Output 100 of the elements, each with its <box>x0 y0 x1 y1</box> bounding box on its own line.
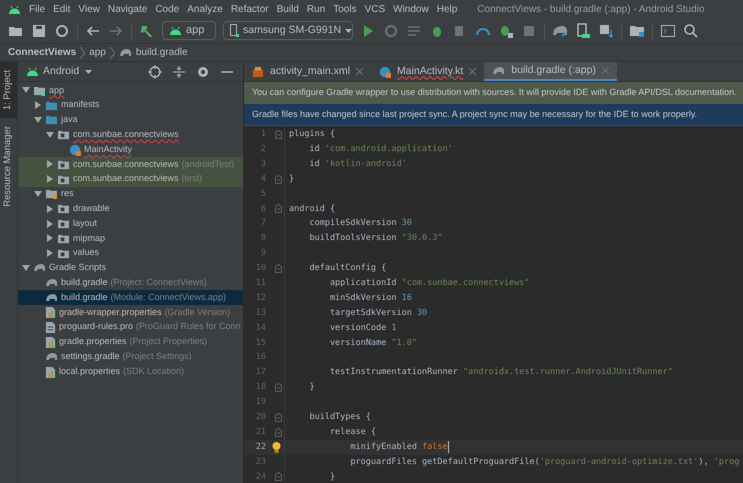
tool-window-tab[interactable]: Resource Manager <box>0 118 17 215</box>
tree-item[interactable]: java <box>18 112 243 128</box>
tree-item[interactable]: Gradle Scripts <box>18 260 243 276</box>
properties-file-icon <box>45 306 56 318</box>
menu-item[interactable]: Build <box>276 2 299 16</box>
expanded-arrow-icon[interactable] <box>46 130 54 139</box>
project-view-dropdown[interactable]: Android <box>43 64 92 80</box>
collapsed-arrow-icon[interactable] <box>46 234 54 242</box>
menu-item[interactable]: Analyze <box>187 2 223 16</box>
fold-marker-icon[interactable] <box>275 130 282 139</box>
editor-tab[interactable]: activity_main.xml <box>244 62 371 81</box>
tree-item[interactable]: mipmap <box>18 230 243 246</box>
chevron-icon <box>80 46 86 58</box>
sdk-download-icon[interactable] <box>598 22 614 38</box>
menu-item[interactable]: File <box>29 2 46 16</box>
tree-item[interactable]: build.gradle (Project: ConnectViews) <box>18 275 243 290</box>
fold-marker-icon[interactable] <box>275 264 282 273</box>
menu-item[interactable]: Refactor <box>230 2 269 16</box>
line-number: 21 <box>254 426 266 439</box>
line-number: 19 <box>254 396 266 409</box>
close-icon[interactable] <box>469 68 476 75</box>
fold-marker-icon[interactable] <box>275 383 282 392</box>
line-number: 11 <box>254 276 266 290</box>
collapsed-arrow-icon[interactable] <box>46 249 54 258</box>
search-icon[interactable] <box>683 22 699 38</box>
tree-item[interactable]: values <box>18 246 243 261</box>
fold-marker-icon[interactable] <box>275 204 282 214</box>
fold-marker-icon[interactable] <box>275 412 282 422</box>
tool-window-tab[interactable]: 1: Project <box>0 62 17 118</box>
menu-item[interactable]: VCS <box>364 2 386 16</box>
collapsed-arrow-icon[interactable] <box>46 204 54 213</box>
tree-item-label: Gradle Scripts <box>49 261 106 274</box>
elephant-icon <box>45 278 58 288</box>
line-number: 16 <box>254 351 266 364</box>
folder-icon <box>45 114 58 126</box>
tree-item-label: com.sunbae.connectviews <box>73 158 179 171</box>
tree-item[interactable]: MainActivity <box>18 142 243 157</box>
tree-item[interactable]: com.sunbae.connectviews (test) <box>18 172 243 187</box>
fold-marker-icon[interactable] <box>275 174 282 184</box>
line-number: 22 <box>254 440 266 454</box>
line-number: 23 <box>254 456 266 468</box>
menu-item[interactable]: Window <box>393 2 429 16</box>
tree-item[interactable]: proguard-rules.pro (ProGuard Rules for Conn <box>18 320 243 335</box>
tree-item-label: local.properties <box>59 364 120 378</box>
breadcrumb-item[interactable]: ConnectViews <box>8 45 76 60</box>
tree-item[interactable]: manifests <box>18 98 243 113</box>
expanded-arrow-icon[interactable] <box>34 190 42 198</box>
tree-item[interactable]: settings.gradle (Project Settings) <box>18 349 243 364</box>
expanded-arrow-icon[interactable] <box>22 264 30 272</box>
breadcrumb-item[interactable]: build.gradle <box>136 45 188 60</box>
tab-label: MainActivity.kt <box>396 64 464 79</box>
tree-item-label: manifests <box>61 98 100 112</box>
tree-item[interactable]: gradle.properties (Project Properties) <box>18 334 243 350</box>
collapse-all-icon[interactable] <box>171 64 187 80</box>
breadcrumb-item[interactable]: app <box>89 45 106 60</box>
close-icon[interactable] <box>356 68 363 75</box>
expanded-arrow-icon[interactable] <box>34 116 42 124</box>
collapsed-arrow-icon[interactable] <box>46 160 54 168</box>
locate-icon[interactable] <box>147 64 163 80</box>
fold-marker-icon[interactable] <box>275 428 282 437</box>
save-icon[interactable] <box>31 22 47 38</box>
tree-item[interactable]: com.sunbae.connectviews <box>18 127 243 142</box>
tree-item-label: layout <box>73 216 98 230</box>
run-configuration-dropdown[interactable]: app <box>162 21 216 40</box>
menu-item[interactable]: Help <box>436 2 458 16</box>
tree-item[interactable]: drawable <box>18 201 243 216</box>
notification-text: You can configure Gradle wrapper to use distribution with sources. It will provide IDE with Gradle API/DSL documentation. <box>252 86 737 100</box>
android-icon <box>169 26 182 35</box>
menu-item[interactable]: Navigate <box>108 2 148 16</box>
menu-item[interactable]: Run <box>306 2 326 16</box>
expanded-arrow-icon[interactable] <box>22 86 30 94</box>
tree-item[interactable]: build.gradle (Module: ConnectViews.app) <box>18 290 243 305</box>
terminal-icon[interactable] <box>660 22 676 38</box>
menu-item[interactable]: Tools <box>333 2 357 16</box>
tree-item[interactable]: gradle-wrapper.properties (Gradle Version) <box>18 304 243 320</box>
tree-item[interactable]: layout <box>18 216 243 231</box>
line-number: 17 <box>254 366 266 380</box>
tree-item[interactable]: app <box>18 83 243 98</box>
collapsed-arrow-icon[interactable] <box>46 220 54 228</box>
code-line: buildTypes { <box>308 410 371 424</box>
elephant-icon <box>45 293 58 302</box>
package-folder-icon <box>57 129 70 140</box>
tree-item[interactable]: local.properties (SDK Location) <box>18 364 243 379</box>
menu-item[interactable]: Edit <box>53 2 70 16</box>
menu-item[interactable]: View <box>78 2 100 16</box>
device-manager-icon[interactable] <box>575 22 591 38</box>
menu-item[interactable]: Code <box>155 2 180 16</box>
tree-item[interactable]: res <box>18 186 243 202</box>
device-dropdown[interactable]: samsung SM-G991N <box>223 21 353 40</box>
editor-tab[interactable]: MainActivity.kt <box>370 62 484 81</box>
package-folder-icon <box>57 203 70 214</box>
tree-item[interactable]: com.sunbae.connectviews (androidTest) <box>18 156 243 172</box>
fold-marker-icon[interactable] <box>275 472 282 482</box>
tree-item-label: java <box>61 113 78 126</box>
line-number: 2 <box>260 142 266 156</box>
package-folder-icon <box>57 158 70 170</box>
collapsed-arrow-icon[interactable] <box>34 101 42 110</box>
editor-tab[interactable]: build.gradle (:app) <box>484 62 617 81</box>
lightbulb-icon[interactable] <box>272 442 281 453</box>
collapsed-arrow-icon[interactable] <box>46 175 54 184</box>
